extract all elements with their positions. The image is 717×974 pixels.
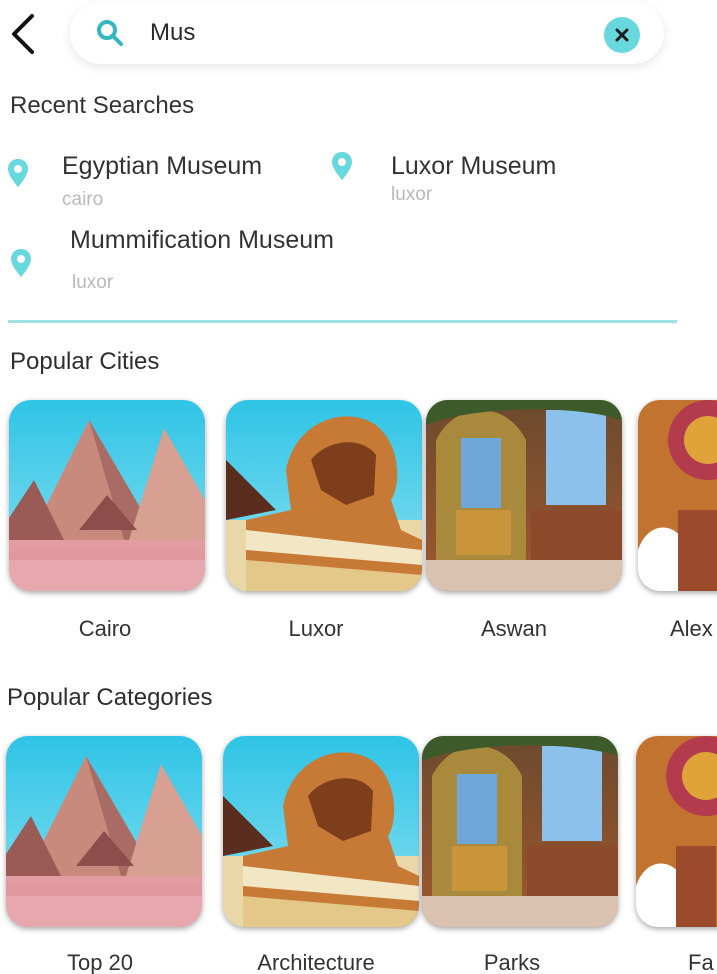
pyramids-image bbox=[6, 736, 202, 927]
category-card-parks[interactable] bbox=[422, 736, 618, 927]
church-interior-image bbox=[422, 736, 618, 927]
recent-item-egyptian-museum[interactable]: Egyptian Museum cairo bbox=[0, 146, 300, 216]
category-label: Parks bbox=[483, 950, 541, 974]
search-icon bbox=[97, 20, 123, 46]
city-label: Cairo bbox=[78, 616, 132, 641]
church-interior-image bbox=[426, 400, 622, 591]
sphinx-image bbox=[226, 400, 422, 591]
sphinx-image bbox=[223, 736, 419, 927]
recent-item-mummification-museum[interactable]: Mummification Museum luxor bbox=[0, 222, 400, 302]
location-pin-icon bbox=[11, 249, 31, 277]
category-card-architecture[interactable] bbox=[223, 736, 419, 927]
recent-item-city: luxor bbox=[72, 272, 114, 293]
city-card-alex[interactable] bbox=[638, 400, 717, 591]
category-card-fa[interactable] bbox=[636, 736, 717, 927]
search-bar[interactable] bbox=[70, 2, 664, 64]
recent-item-city: cairo bbox=[62, 189, 104, 210]
category-label: Fa bbox=[688, 950, 714, 974]
search-input[interactable] bbox=[150, 15, 590, 51]
category-label: Architecture bbox=[257, 950, 375, 974]
recent-item-name: Mummification Museum bbox=[70, 226, 334, 254]
city-label: Aswan bbox=[480, 616, 548, 641]
location-pin-icon bbox=[8, 159, 28, 187]
mosaic-arches-image bbox=[636, 736, 717, 927]
recent-searches-title: Recent Searches bbox=[10, 92, 195, 119]
city-card-aswan[interactable] bbox=[426, 400, 622, 591]
city-label: Luxor bbox=[288, 616, 344, 641]
category-card-top-20[interactable] bbox=[6, 736, 202, 927]
popular-cities-row: Cairo Luxor Aswan Alex bbox=[0, 400, 717, 650]
mosaic-arches-image bbox=[638, 400, 717, 591]
city-card-cairo[interactable] bbox=[9, 400, 205, 591]
city-card-luxor[interactable] bbox=[226, 400, 422, 591]
search-screen: Recent Searches Egyptian Museum cairo Lu… bbox=[0, 0, 717, 974]
recent-item-city: luxor bbox=[391, 184, 433, 205]
section-divider bbox=[8, 320, 677, 323]
popular-cities-title: Popular Cities bbox=[10, 348, 160, 375]
city-label: Alex bbox=[670, 616, 713, 641]
recent-item-luxor-museum[interactable]: Luxor Museum luxor bbox=[320, 146, 600, 216]
clear-search-button[interactable] bbox=[604, 17, 640, 53]
chevron-left-icon bbox=[12, 14, 34, 54]
recent-item-name: Egyptian Museum bbox=[62, 152, 263, 180]
close-icon bbox=[615, 28, 629, 42]
pyramids-image bbox=[9, 400, 205, 591]
popular-categories-title: Popular Categories bbox=[7, 684, 213, 711]
category-label: Top 20 bbox=[66, 950, 134, 974]
location-pin-icon bbox=[332, 152, 352, 180]
recent-item-name: Luxor Museum bbox=[391, 152, 557, 180]
popular-categories-row: Top 20 Architecture Parks Fa bbox=[0, 736, 717, 974]
back-button[interactable] bbox=[6, 12, 42, 56]
